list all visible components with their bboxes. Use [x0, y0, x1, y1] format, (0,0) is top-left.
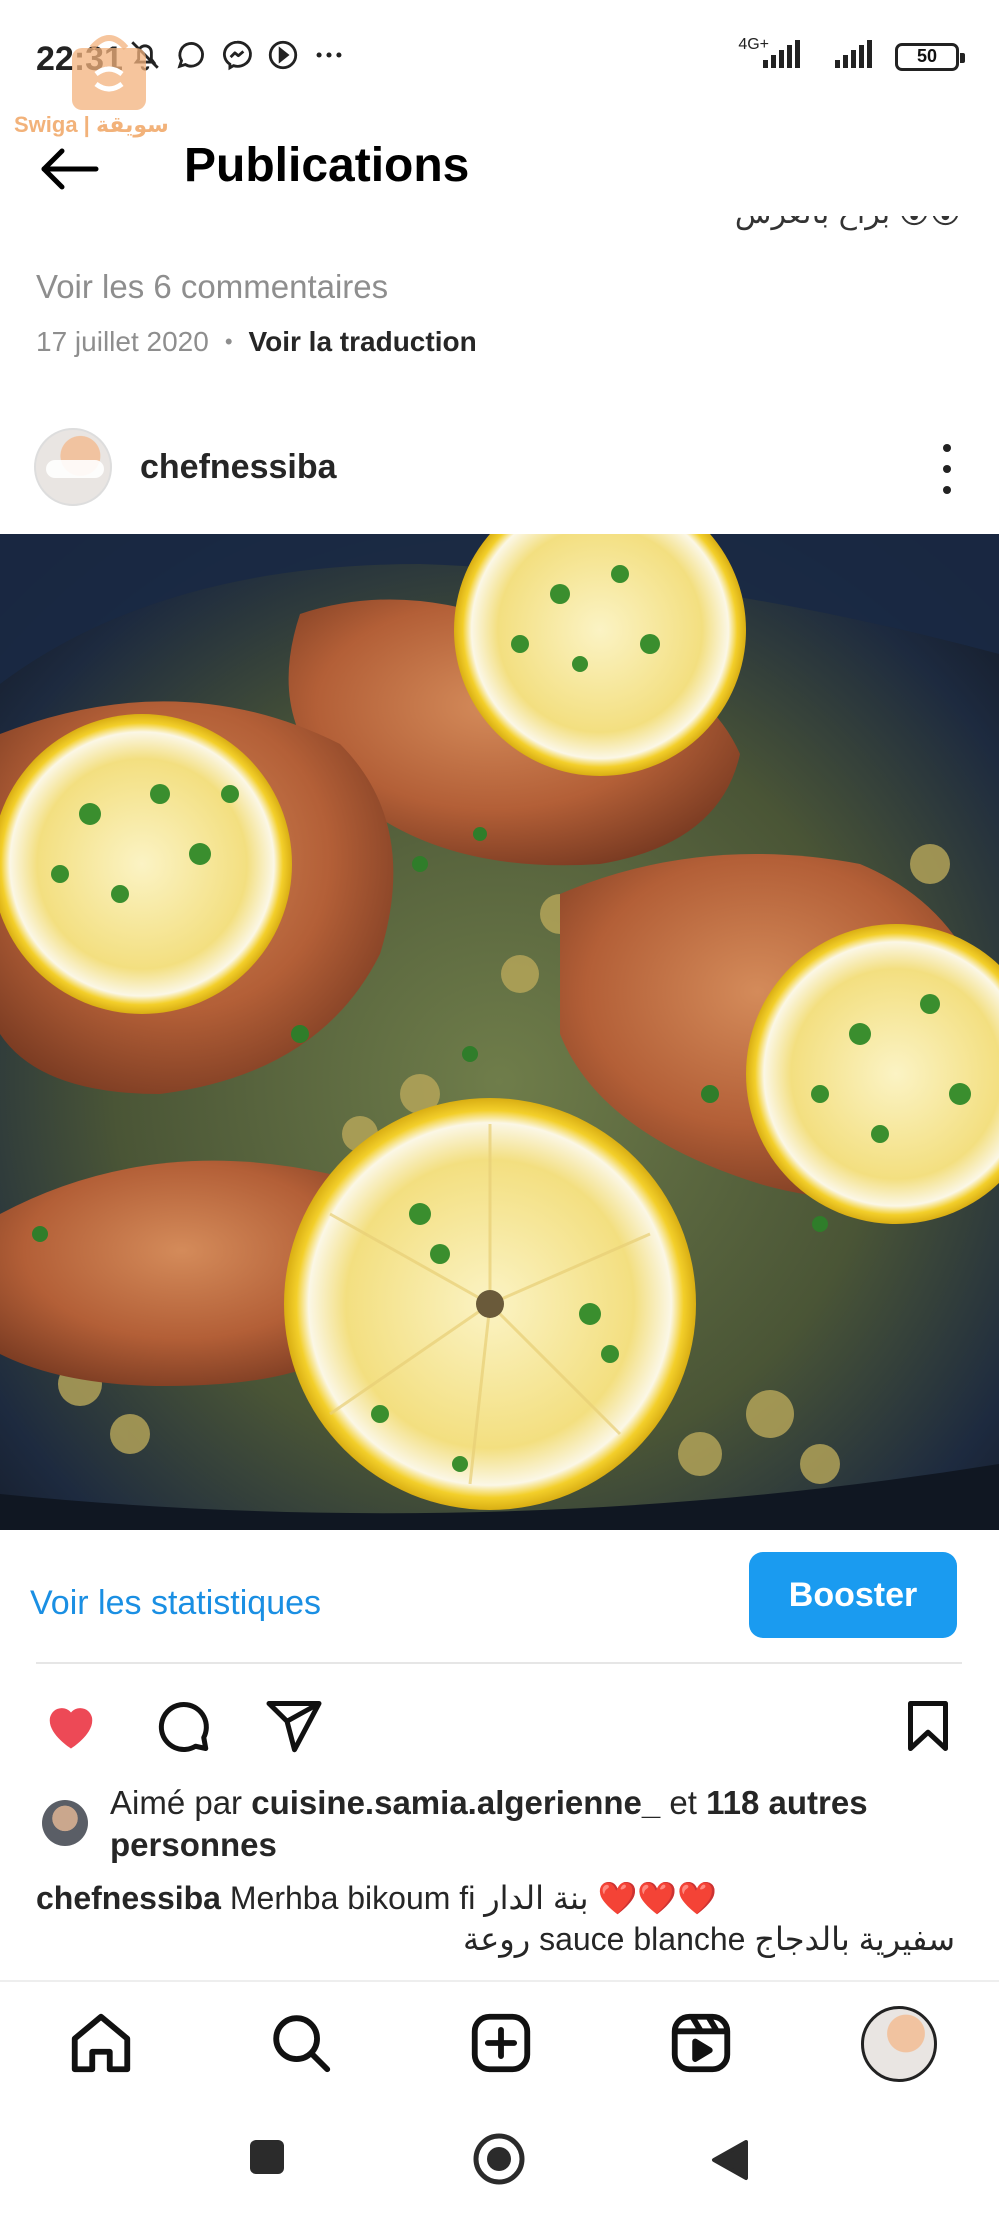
likes-user[interactable]: cuisine.samia.algerienne_: [251, 1784, 660, 1821]
post-image[interactable]: [0, 534, 999, 1530]
app-header: Publications: [0, 118, 999, 218]
post-actions: [0, 1686, 999, 1762]
nav-search[interactable]: [266, 2008, 336, 2078]
insights-row: Voir les statistiques Booster: [0, 1530, 999, 1660]
post-caption: chefnessiba Merhba bikoum fi بنة الدار ❤…: [36, 1876, 966, 1920]
status-right-icons: 4G+ 50: [738, 36, 965, 75]
post-header: chefnessiba: [0, 420, 999, 520]
caption-line-2: سفيرية بالدجاج sauce blanche روعة: [463, 1921, 955, 1957]
separator-dot: •: [224, 329, 233, 354]
messenger-icon: [220, 38, 254, 72]
navigation-icon: [266, 38, 300, 72]
paper-plane-icon: [266, 1701, 322, 1753]
post-meta: 17 juillet 2020 • Voir la traduction: [36, 326, 477, 358]
square-icon: [250, 2140, 284, 2174]
circle-home-icon: [473, 2133, 525, 2185]
nav-create[interactable]: [466, 2008, 536, 2078]
back-system-button[interactable]: [710, 2138, 750, 2187]
page-title: Publications: [184, 139, 470, 192]
search-icon: [273, 2015, 331, 2073]
like-button[interactable]: [40, 1696, 100, 1756]
likes-prefix: Aimé par: [110, 1784, 252, 1821]
comment-button[interactable]: [152, 1696, 212, 1756]
more-dots-icon: [312, 38, 346, 72]
back-button[interactable]: [36, 142, 106, 196]
caption-username[interactable]: chefnessiba: [36, 1880, 221, 1916]
signal-icon: [761, 38, 817, 75]
save-button[interactable]: [898, 1696, 958, 1756]
liker-avatar: [42, 1800, 88, 1846]
arrow-left-icon: [41, 148, 99, 190]
author-username[interactable]: chefnessiba: [140, 448, 337, 487]
more-vertical-icon: [943, 444, 951, 452]
nav-reels[interactable]: [666, 2008, 736, 2078]
signal-icon-2: [833, 38, 879, 75]
home-icon: [71, 2013, 131, 2073]
boost-button[interactable]: Booster: [749, 1552, 957, 1638]
heart-filled-icon: [49, 1708, 93, 1749]
nav-home[interactable]: [66, 2008, 136, 2078]
system-navigation-bar: [0, 2100, 999, 2222]
lemon-slice-2: [0, 714, 292, 1014]
home-system-button[interactable]: [472, 2132, 526, 2191]
comment-icon: [158, 1702, 209, 1752]
more-options-button[interactable]: [939, 444, 955, 494]
author-avatar[interactable]: [34, 428, 112, 506]
post-date: 17 juillet 2020: [36, 326, 209, 357]
view-insights-link[interactable]: Voir les statistiques: [30, 1584, 321, 1623]
caption-text: Merhba bikoum fi بنة الدار ❤️❤️❤️: [220, 1880, 717, 1916]
plus-square-icon: [471, 2013, 531, 2073]
likes-text: Aimé par cuisine.samia.algerienne_ et 11…: [110, 1782, 970, 1866]
share-button[interactable]: [264, 1696, 324, 1756]
translate-link[interactable]: Voir la traduction: [249, 326, 477, 358]
lemon-slice-4: [284, 1098, 696, 1510]
chicken-lemon-dish-image: [0, 534, 999, 1530]
nav-profile-avatar[interactable]: [861, 2006, 937, 2082]
view-comments-link[interactable]: Voir les 6 commentaires: [36, 268, 388, 306]
watermark-bag-icon: [72, 35, 146, 110]
triangle-back-icon: [712, 2140, 748, 2180]
reels-icon: [671, 2013, 731, 2073]
network-type-label: 4G+: [738, 36, 769, 53]
recents-button[interactable]: [248, 2138, 286, 2181]
likes-mid: et: [660, 1784, 707, 1821]
bottom-navigation: [0, 1980, 999, 2100]
previous-caption-fragment: براح بالعرس 😮😮: [735, 216, 961, 246]
whatsapp-icon: [174, 38, 208, 72]
battery-indicator: 50: [895, 42, 965, 71]
bookmark-icon: [908, 1701, 948, 1751]
divider: [36, 1662, 962, 1664]
